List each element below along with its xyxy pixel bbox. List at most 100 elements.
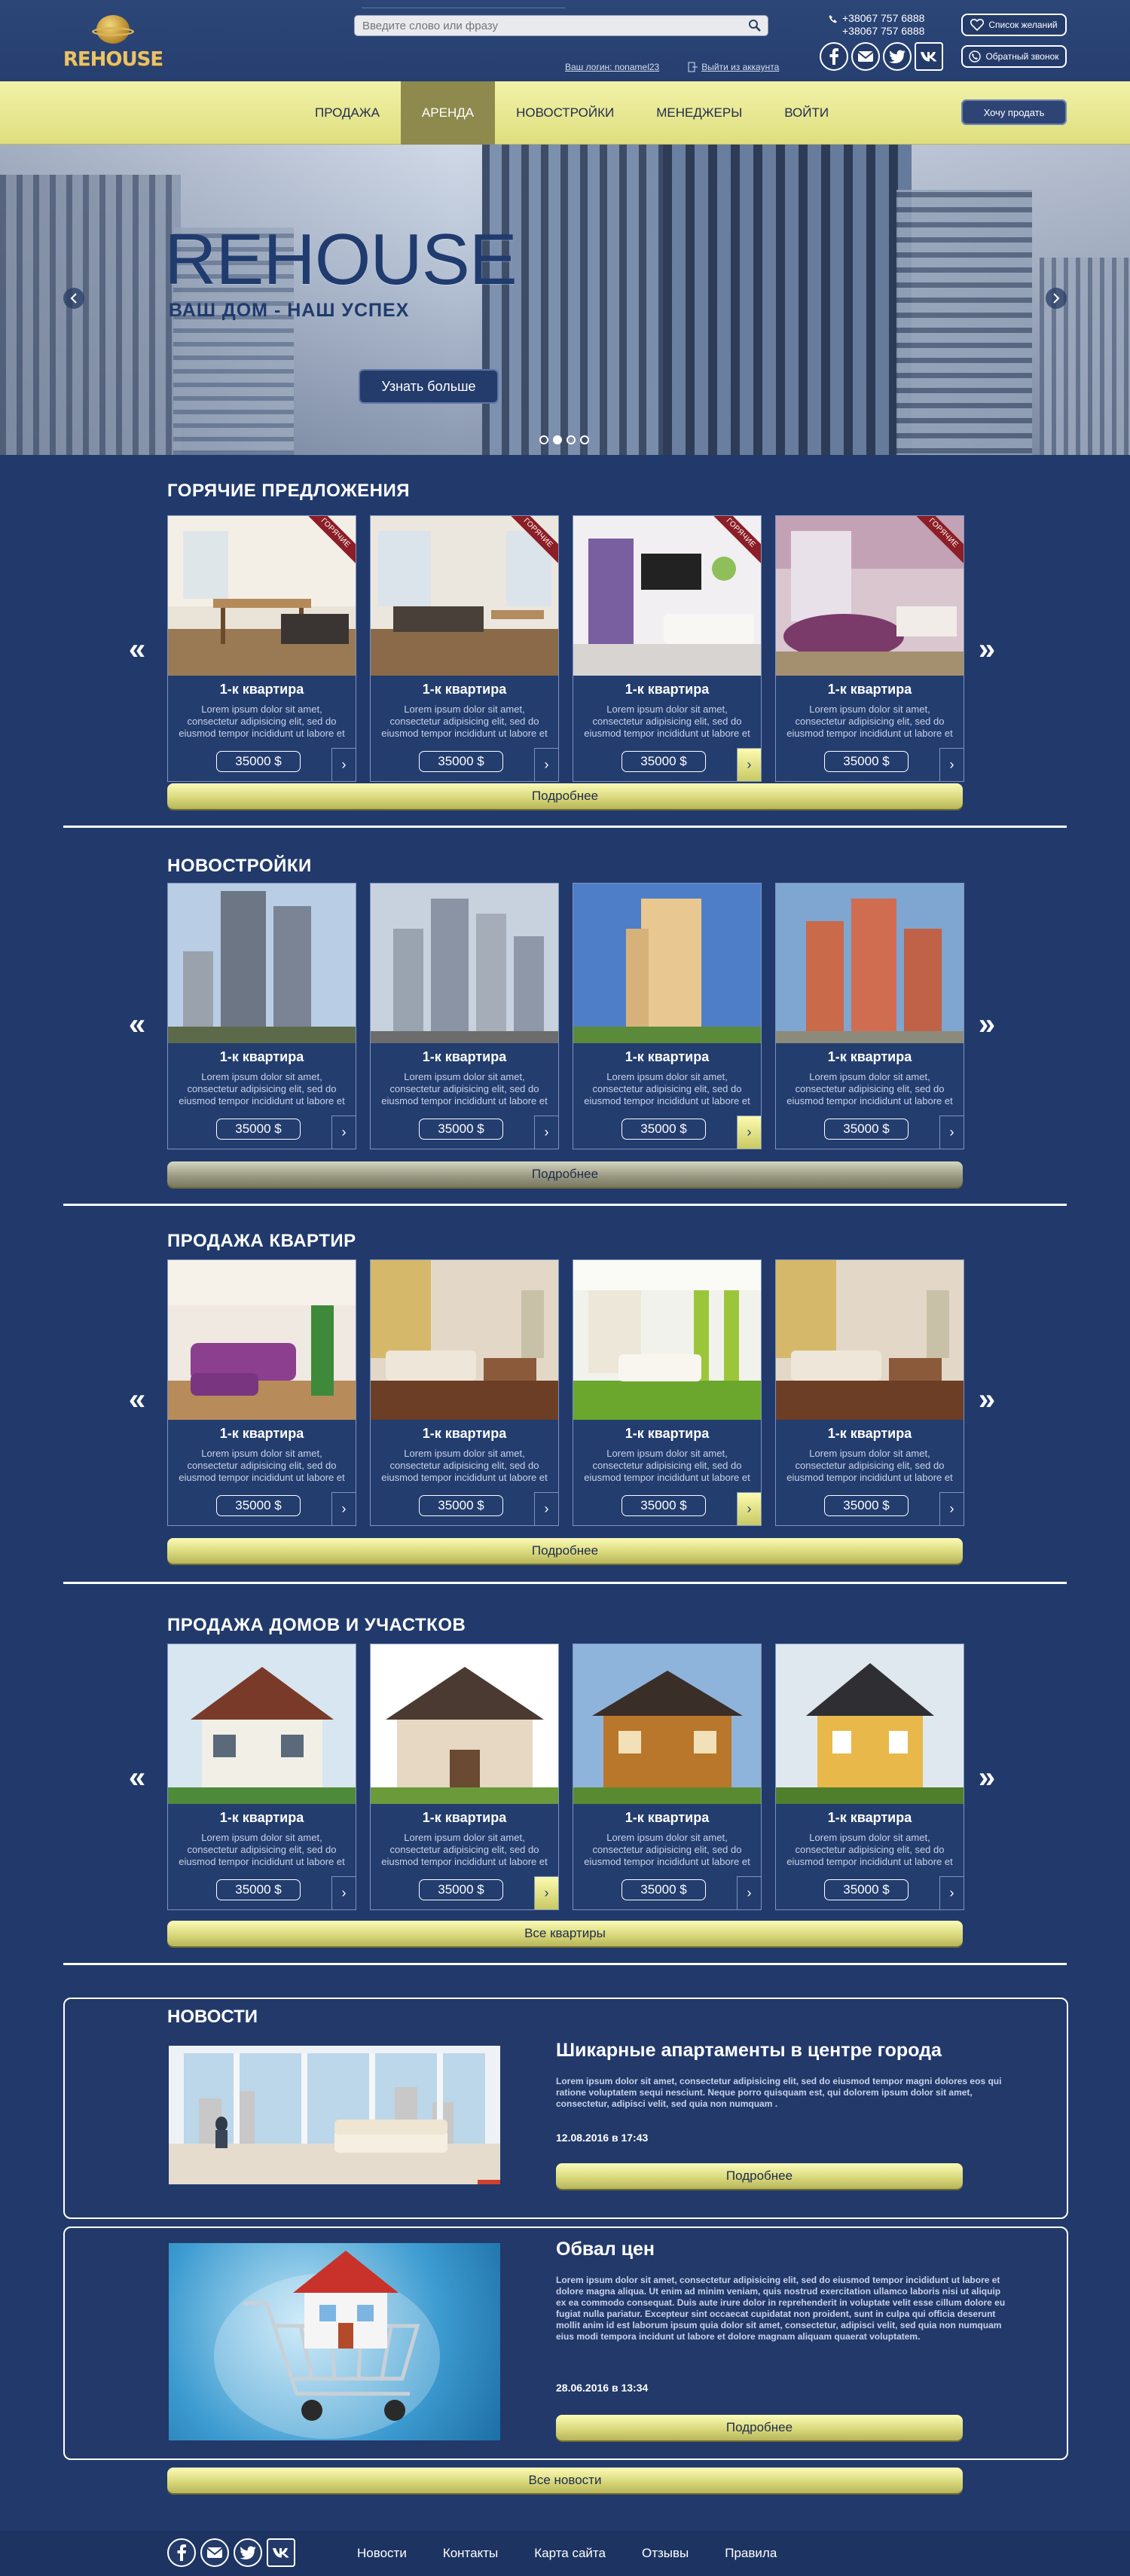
listing-open-arrow[interactable]: › [737, 748, 761, 781]
footer-link-rules[interactable]: Правила [725, 2546, 777, 2561]
listing-card[interactable]: ГОРЯЧИЕ 1-к квартира Lorem ipsum dolor sit… [775, 515, 964, 782]
mail-icon[interactable] [851, 42, 880, 71]
listing-open-arrow[interactable]: › [939, 1876, 964, 1909]
listing-title[interactable]: 1-к квартира [776, 1049, 964, 1065]
vk-icon[interactable] [267, 2538, 295, 2567]
listing-image[interactable]: ГОРЯЧИЕ [168, 516, 356, 676]
listing-open-arrow[interactable]: › [737, 1116, 761, 1149]
listing-image[interactable] [776, 884, 964, 1043]
news-headline[interactable]: Обвал цен [556, 2239, 655, 2260]
twitter-icon[interactable] [883, 42, 912, 71]
listing-open-arrow[interactable]: › [534, 1492, 558, 1525]
listing-title[interactable]: 1-к квартира [371, 1810, 558, 1826]
listing-title[interactable]: 1-к квартира [371, 1049, 558, 1065]
footer-link-sitemap[interactable]: Карта сайта [534, 2546, 606, 2561]
news-more-button[interactable]: Подробнее [556, 2163, 963, 2189]
listing-title[interactable]: 1-к квартира [573, 1426, 761, 1442]
search-input[interactable] [355, 16, 731, 35]
listing-card[interactable]: ГОРЯЧИЕ 1-к квартира Lorem ipsum dolor sit… [167, 515, 356, 782]
listing-title[interactable]: 1-к квартира [573, 1810, 761, 1826]
want-to-sell-button[interactable]: Хочу продать [961, 99, 1067, 125]
listing-image[interactable] [371, 1644, 558, 1804]
listing-image[interactable] [573, 1644, 761, 1804]
mail-icon[interactable] [200, 2538, 229, 2567]
listing-title[interactable]: 1-к квартира [168, 1426, 356, 1442]
listing-open-arrow[interactable]: › [534, 1876, 558, 1909]
search-icon[interactable] [748, 19, 762, 32]
nav-item-login[interactable]: ВОЙТИ [763, 81, 850, 145]
listing-open-arrow[interactable]: › [534, 1116, 558, 1149]
learn-more-button[interactable]: Узнать больше [359, 369, 499, 404]
listing-title[interactable]: 1-к квартира [168, 1810, 356, 1826]
logout-link[interactable]: Выйти из аккаунта [688, 62, 779, 72]
nav-item-rent[interactable]: АРЕНДА [400, 81, 496, 145]
listing-card[interactable]: 1-к квартира Lorem ipsum dolor sit amet, … [775, 883, 964, 1149]
listing-image[interactable] [168, 1260, 356, 1420]
listing-image[interactable] [776, 1644, 964, 1804]
footer-link-news[interactable]: Новости [357, 2546, 407, 2561]
news-image-apartment[interactable] [169, 2046, 500, 2184]
more-button[interactable]: Подробнее [167, 783, 963, 809]
listing-card[interactable]: ГОРЯЧИЕ 1-к квартира Lorem ipsum dolor sit… [573, 515, 762, 782]
nav-item-managers[interactable]: МЕНЕДЖЕРЫ [635, 81, 763, 145]
listing-title[interactable]: 1-к квартира [168, 1049, 356, 1065]
carousel-prev-arrow[interactable]: « [124, 1383, 151, 1416]
listing-image[interactable] [371, 1260, 558, 1420]
wishlist-button[interactable]: Список желаний [961, 14, 1067, 36]
listing-open-arrow[interactable]: › [331, 1492, 356, 1525]
listing-card[interactable]: 1-к квартира Lorem ipsum dolor sit amet, … [573, 1259, 762, 1526]
logo[interactable]: REHOUSE [60, 14, 166, 74]
listing-image[interactable] [168, 1644, 356, 1804]
listing-title[interactable]: 1-к квартира [371, 682, 558, 697]
slider-prev-arrow[interactable] [63, 288, 84, 309]
listing-card[interactable]: 1-к квартира Lorem ipsum dolor sit amet, … [573, 1644, 762, 1910]
listing-image[interactable] [573, 884, 761, 1043]
listing-card[interactable]: 1-к квартира Lorem ipsum dolor sit amet, … [167, 1259, 356, 1526]
callback-button[interactable]: Обратный звонок [961, 45, 1067, 68]
account-login[interactable]: Ваш логин: nonamel23 [565, 62, 659, 72]
all-news-button[interactable]: Все новости [167, 2468, 963, 2493]
listing-open-arrow[interactable]: › [331, 1876, 356, 1909]
facebook-icon[interactable] [820, 42, 848, 71]
listing-open-arrow[interactable]: › [737, 1492, 761, 1525]
more-button[interactable]: Подробнее [167, 1161, 963, 1187]
listing-card[interactable]: 1-к квартира Lorem ipsum dolor sit amet, … [573, 883, 762, 1149]
news-image-cart[interactable] [169, 2243, 500, 2440]
listing-card[interactable]: 1-к квартира Lorem ipsum dolor sit amet, … [370, 883, 559, 1149]
carousel-prev-arrow[interactable]: « [124, 1761, 151, 1794]
carousel-next-arrow[interactable]: » [973, 1761, 1000, 1794]
listing-image[interactable] [573, 1260, 761, 1420]
carousel-prev-arrow[interactable]: « [124, 633, 151, 666]
carousel-next-arrow[interactable]: » [973, 633, 1000, 666]
carousel-prev-arrow[interactable]: « [124, 1008, 151, 1041]
footer-link-contacts[interactable]: Контакты [443, 2546, 498, 2561]
listing-title[interactable]: 1-к квартира [776, 1426, 964, 1442]
carousel-next-arrow[interactable]: » [973, 1008, 1000, 1041]
slider-dot[interactable] [539, 435, 548, 444]
listing-card[interactable]: 1-к квартира Lorem ipsum dolor sit amet, … [167, 1644, 356, 1910]
listing-card[interactable]: 1-к квартира Lorem ipsum dolor sit amet, … [775, 1259, 964, 1526]
listing-card[interactable]: 1-к квартира Lorem ipsum dolor sit amet, … [370, 1644, 559, 1910]
listing-card[interactable]: 1-к квартира Lorem ipsum dolor sit amet, … [775, 1644, 964, 1910]
listing-image[interactable] [371, 884, 558, 1043]
listing-open-arrow[interactable]: › [737, 1876, 761, 1909]
listing-open-arrow[interactable]: › [939, 748, 964, 781]
carousel-next-arrow[interactable]: » [973, 1383, 1000, 1416]
listing-title[interactable]: 1-к квартира [776, 682, 964, 697]
listing-image[interactable] [776, 1260, 964, 1420]
slider-dot-active[interactable] [553, 435, 562, 444]
news-headline[interactable]: Шикарные апартаменты в центре города [556, 2040, 942, 2062]
all-apartments-button[interactable]: Все квартиры [167, 1921, 963, 1946]
listing-open-arrow[interactable]: › [939, 1116, 964, 1149]
footer-link-reviews[interactable]: Отзывы [642, 2546, 689, 2561]
listing-image[interactable]: ГОРЯЧИЕ [776, 516, 964, 676]
vk-icon[interactable] [915, 42, 943, 71]
twitter-icon[interactable] [234, 2538, 262, 2567]
listing-open-arrow[interactable]: › [939, 1492, 964, 1525]
listing-image[interactable] [168, 884, 356, 1043]
listing-title[interactable]: 1-к квартира [371, 1426, 558, 1442]
more-button[interactable]: Подробнее [167, 1538, 963, 1564]
listing-open-arrow[interactable]: › [331, 1116, 356, 1149]
news-more-button[interactable]: Подробнее [556, 2415, 963, 2440]
listing-image[interactable]: ГОРЯЧИЕ [573, 516, 761, 676]
